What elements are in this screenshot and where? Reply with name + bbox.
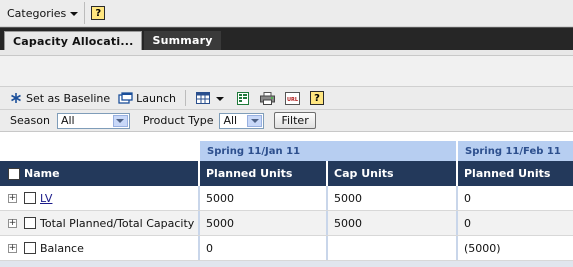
help-icon[interactable]: ? <box>310 91 325 105</box>
print-button[interactable] <box>260 91 276 105</box>
select-all-checkbox[interactable] <box>8 167 20 180</box>
column-header-cap-units[interactable]: Cap Units <box>326 161 456 186</box>
name-cell: + Balance <box>0 236 198 260</box>
product-type-value: All <box>223 114 238 127</box>
url-icon-text: URL <box>287 97 299 103</box>
row-checkbox[interactable] <box>24 217 36 229</box>
categories-menu[interactable]: Categories <box>7 6 79 20</box>
filter-button[interactable]: Filter <box>274 112 316 129</box>
value-cell <box>326 236 456 260</box>
period-spacer <box>0 141 198 161</box>
tab-summary[interactable]: Summary <box>144 31 221 50</box>
column-header-row: Name Planned Units Cap Units Planned Uni… <box>0 161 573 186</box>
table-row: + Total Planned/Total Capacity 5000 5000… <box>0 211 573 236</box>
table-row: + Balance 0 (5000) <box>0 236 573 261</box>
column-header-planned-units[interactable]: Planned Units <box>198 161 326 186</box>
export-excel-button[interactable] <box>235 91 250 105</box>
season-select[interactable]: All <box>56 112 130 129</box>
set-as-baseline-label: Set as Baseline <box>26 91 111 105</box>
column-header-planned-units[interactable]: Planned Units <box>456 161 573 186</box>
table-row: + LV 5000 5000 0 <box>0 186 573 211</box>
asterisk-icon <box>8 91 23 105</box>
row-name-link[interactable]: LV <box>40 192 52 205</box>
allocation-grid: Spring 11/Jan 11 Spring 11/Feb 11 Name P… <box>0 141 573 267</box>
value-cell: 5000 <box>326 186 456 210</box>
tab-strip: Capacity Allocati... Summary <box>0 27 573 50</box>
value-cell: 5000 <box>198 186 326 210</box>
season-value: All <box>60 114 75 127</box>
period-header-row: Spring 11/Jan 11 Spring 11/Feb 11 <box>0 141 573 161</box>
value-cell: 5000 <box>326 211 456 235</box>
divider <box>185 90 187 106</box>
column-header-label: Name <box>24 167 60 180</box>
divider <box>84 2 86 24</box>
value-cell: 0 <box>456 186 573 210</box>
row-name: Balance <box>40 241 84 255</box>
launch-label: Launch <box>136 91 177 105</box>
period-header: Spring 11/Jan 11 <box>198 141 456 161</box>
value-cell: 0 <box>456 211 573 235</box>
expand-icon[interactable]: + <box>8 218 17 228</box>
chevron-down-icon <box>247 114 263 127</box>
expand-icon[interactable]: + <box>8 243 17 253</box>
product-type-select[interactable]: All <box>219 112 265 129</box>
column-header-name[interactable]: Name <box>0 161 198 186</box>
chevron-down-icon <box>70 12 79 16</box>
row-name: Total Planned/Total Capacity <box>40 216 195 230</box>
tab-capacity-allocation[interactable]: Capacity Allocati... <box>4 31 143 50</box>
printer-icon <box>260 91 276 105</box>
horizontal-scrollbar[interactable] <box>0 261 573 267</box>
row-checkbox[interactable] <box>24 192 36 204</box>
url-icon: URL <box>285 91 301 105</box>
url-button[interactable]: URL <box>285 91 301 105</box>
toolbar: Set as Baseline Launch URL ? <box>0 87 573 110</box>
product-type-label: Product Type <box>142 114 214 127</box>
content-spacer <box>0 56 573 87</box>
value-cell: 5000 <box>198 211 326 235</box>
period-header: Spring 11/Feb 11 <box>456 141 573 161</box>
row-checkbox[interactable] <box>24 242 36 254</box>
help-icon[interactable]: ? <box>91 6 106 20</box>
value-cell: 0 <box>198 236 326 260</box>
launch-button[interactable]: Launch <box>118 91 176 105</box>
name-cell: + LV <box>0 186 198 210</box>
spreadsheet-icon <box>235 91 250 105</box>
chevron-down-icon <box>216 97 225 101</box>
name-cell: + Total Planned/Total Capacity <box>0 211 198 235</box>
value-cell: (5000) <box>456 236 573 260</box>
chevron-down-icon <box>112 114 128 127</box>
expand-icon[interactable]: + <box>8 193 17 203</box>
filter-bar: Season All Product Type All Filter <box>0 110 573 132</box>
set-as-baseline-button[interactable]: Set as Baseline <box>8 91 110 105</box>
categories-label: Categories <box>7 6 67 20</box>
top-menu-bar: Categories ? <box>0 0 573 27</box>
season-label: Season <box>10 114 50 127</box>
table-icon <box>195 91 210 105</box>
grid-view-button[interactable] <box>195 91 225 105</box>
launch-window-icon <box>118 91 133 105</box>
